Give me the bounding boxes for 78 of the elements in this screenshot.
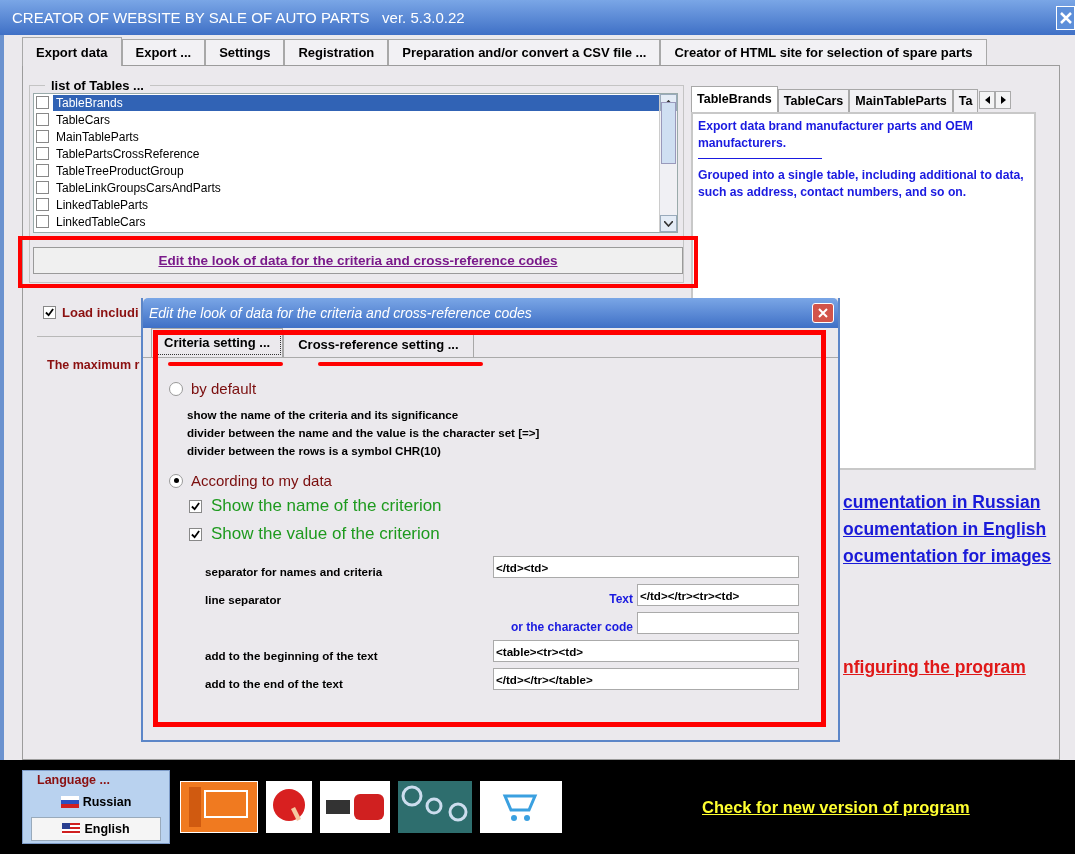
tab[interactable]: Creator of HTML site for selection of spare parts [660, 39, 987, 65]
close-icon [1059, 11, 1072, 24]
update-link[interactable]: Check for new version of program [702, 797, 970, 817]
tab[interactable]: Export data [22, 37, 122, 66]
logo-mark-icon [189, 787, 249, 827]
checkbox[interactable] [36, 164, 49, 177]
list-item[interactable]: TableLinkGroupsCarsAndParts [53, 179, 659, 196]
maximum-label: The maximum r [47, 358, 140, 372]
right-arrow-icon [1000, 96, 1006, 104]
checkbox[interactable] [189, 527, 202, 541]
list-item[interactable]: TableBrands [53, 94, 659, 111]
note-text: divider between the rows is a symbol CHR(10) [187, 443, 442, 459]
checkbox[interactable] [36, 113, 49, 126]
close-button[interactable] [812, 303, 834, 323]
description-text: Grouped into a single table, including additional to data, such as address, contact numbers, and so on. [698, 167, 1025, 201]
logo-button[interactable] [320, 781, 390, 833]
checkbox[interactable] [36, 147, 49, 160]
note-text: divider between the name and the value is the character set [=>] [187, 425, 541, 441]
input-field[interactable]: </td></tr><tr><td> [637, 584, 799, 606]
list-item[interactable]: MainTableParts [53, 128, 659, 145]
list-item[interactable]: TableCars [53, 111, 659, 128]
edit-look-button[interactable]: Edit the look of data for the criteria and cross-reference codes [33, 247, 683, 274]
input-field[interactable]: <table><tr><td> [493, 640, 799, 662]
checkbox-label: Load includi [62, 305, 139, 320]
documentation-link[interactable]: ocumentation for images [843, 546, 1059, 573]
documentation-link[interactable]: ocumentation in English [843, 519, 1059, 546]
flag-icon [60, 796, 79, 808]
tab[interactable]: TableBrands [691, 86, 778, 112]
input-field[interactable] [637, 612, 799, 634]
field-label: or the character code [510, 620, 633, 634]
checkbox[interactable] [189, 499, 202, 513]
tab[interactable]: Export ... [121, 39, 206, 65]
dialog-title: Edit the look of data for the criteria and cross-reference codes [149, 305, 532, 321]
configuration-link[interactable]: nfiguring the program [843, 657, 1059, 684]
tab[interactable]: Registration [284, 39, 389, 65]
checkbox[interactable] [36, 181, 49, 194]
group-title: list of Tables ... [50, 78, 145, 93]
field-label: add to the beginning of the text [205, 648, 378, 662]
checkbox[interactable] [36, 130, 49, 143]
tab[interactable]: MainTableParts [849, 89, 953, 112]
list-item[interactable]: LinkedTableParts [53, 196, 659, 213]
language-button[interactable]: English [31, 817, 161, 841]
left-arrow-icon [984, 96, 990, 104]
checkbox[interactable] [36, 96, 49, 109]
option-label: by default [191, 380, 257, 397]
description-text: Export data brand manufacturer parts and OEM manufacturers. [698, 118, 974, 152]
tab[interactable]: TableCars [777, 89, 850, 112]
scroll-right-button[interactable] [995, 91, 1012, 109]
tab[interactable]: Ta [952, 89, 979, 112]
scrollbar[interactable] [659, 94, 677, 232]
note-text: show the name of the criteria and its significance [187, 407, 460, 423]
flag-icon [62, 823, 81, 835]
field-label: separator for names and criteria [205, 564, 383, 578]
documentation-link[interactable]: cumentation in Russian [843, 492, 1059, 519]
language-button[interactable]: Russian [45, 790, 147, 814]
input-field[interactable]: </td><td> [493, 556, 799, 578]
checkbox[interactable] [36, 198, 49, 211]
list-item[interactable]: TableTreeProductGroup [53, 162, 659, 179]
group-title: Language ... [37, 773, 110, 787]
checkbox[interactable] [43, 306, 56, 319]
scroll-left-button[interactable] [979, 91, 996, 109]
option-label: According to my data [191, 472, 332, 489]
checkbox[interactable] [36, 215, 49, 228]
field-label: Text [609, 592, 633, 606]
list-item[interactable]: TablePartsCrossReference [53, 145, 659, 162]
field-label: line separator [205, 592, 282, 606]
tab[interactable]: Settings [205, 39, 285, 65]
close-icon [818, 308, 828, 318]
checkbox-label: Show the name of the criterion [211, 496, 442, 516]
radio-button[interactable] [169, 473, 183, 488]
tab[interactable]: Preparation and/or convert a CSV file ... [388, 39, 661, 65]
radio-button[interactable] [169, 381, 183, 396]
window-title: CREATOR OF WEBSITE BY SALE OF AUTO PARTS ver. 5.3.0.22 [12, 9, 465, 26]
input-field[interactable]: </td></tr></table> [493, 668, 799, 690]
field-label: add to the end of the text [205, 676, 343, 690]
checkbox-label: Show the value of the criterion [211, 524, 440, 544]
list-item[interactable]: LinkedTableCars [53, 213, 659, 230]
close-button[interactable] [1056, 5, 1075, 30]
